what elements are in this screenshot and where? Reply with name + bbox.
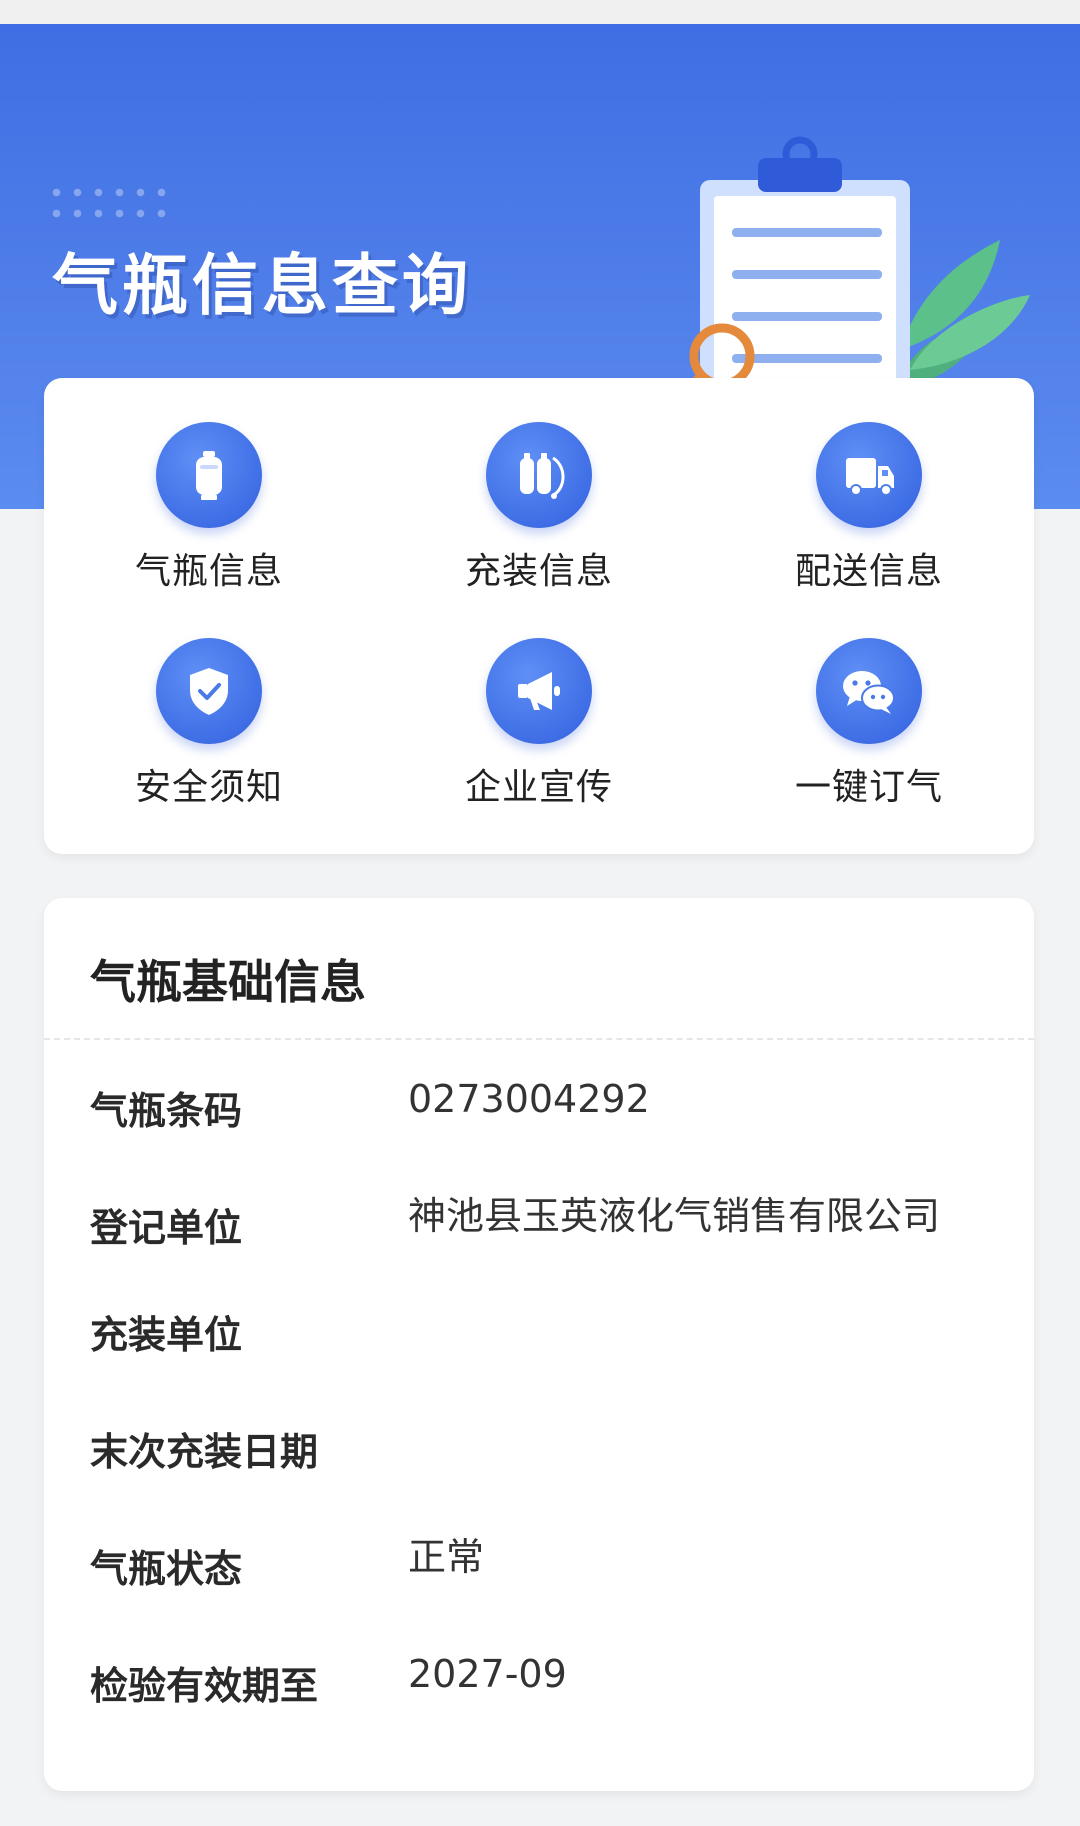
menu-label: 配送信息 [794, 551, 943, 592]
menu-label: 一键订气 [794, 767, 943, 808]
menu-item-cylinder-info[interactable]: 气瓶信息 [44, 422, 374, 638]
page: 气瓶信息查询 气瓶信息 充装信息 配送信息 安全须知 企业宣传 一键订气 气瓶基… [0, 0, 1080, 1826]
info-row-last-filling-date: 末次充装日期 [44, 1421, 1034, 1476]
decorative-dots [46, 182, 172, 228]
row-value: 正常 [408, 1535, 485, 1579]
gas-cylinder-icon [156, 422, 262, 528]
menu-label: 安全须知 [134, 767, 283, 808]
info-row-filling-unit: 充装单位 [44, 1304, 1034, 1359]
menu-item-safety-notice[interactable]: 安全须知 [44, 638, 374, 854]
menu-item-filling-info[interactable]: 充装信息 [374, 422, 704, 638]
menu-item-company-promo[interactable]: 企业宣传 [374, 638, 704, 854]
status-strip [0, 0, 1080, 24]
cylinder-filling-icon [486, 422, 592, 528]
wechat-icon [816, 638, 922, 744]
row-value: 0273004292 [408, 1077, 650, 1121]
megaphone-icon [486, 638, 592, 744]
info-row-status: 气瓶状态 正常 [44, 1535, 1034, 1593]
row-label: 气瓶条码 [90, 1089, 243, 1133]
row-label: 登记单位 [90, 1206, 243, 1250]
menu-label: 充装信息 [464, 551, 613, 592]
row-value [408, 1294, 968, 1359]
menu-grid: 气瓶信息 充装信息 配送信息 安全须知 企业宣传 一键订气 [44, 378, 1034, 854]
row-label: 检验有效期至 [90, 1664, 319, 1708]
row-label: 充装单位 [90, 1313, 243, 1357]
info-row-barcode: 气瓶条码 0273004292 [44, 1077, 1034, 1135]
clipboard-illustration [672, 136, 1030, 410]
cylinder-basic-info-card: 气瓶基础信息 气瓶条码 0273004292 登记单位 神池县玉英液化气销售有限… [44, 898, 1034, 1791]
menu-label: 企业宣传 [464, 767, 613, 808]
info-row-inspection-expiry: 检验有效期至 2027-09 [44, 1652, 1034, 1710]
section-title: 气瓶基础信息 [44, 898, 1034, 1040]
row-value: 2027-09 [408, 1652, 567, 1696]
row-label: 气瓶状态 [90, 1547, 243, 1591]
info-row-registration-unit: 登记单位 神池县玉英液化气销售有限公司 [44, 1194, 1034, 1252]
menu-item-delivery-info[interactable]: 配送信息 [704, 422, 1034, 638]
delivery-truck-icon [816, 422, 922, 528]
row-value [408, 1411, 968, 1476]
info-rows: 气瓶条码 0273004292 登记单位 神池县玉英液化气销售有限公司 充装单位… [44, 1040, 1034, 1710]
menu-card: 气瓶信息 充装信息 配送信息 安全须知 企业宣传 一键订气 [44, 378, 1034, 854]
row-value: 神池县玉英液化气销售有限公司 [408, 1194, 941, 1238]
shield-check-icon [156, 638, 262, 744]
menu-label: 气瓶信息 [134, 551, 283, 592]
page-title: 气瓶信息查询 [52, 247, 472, 324]
row-label: 末次充装日期 [90, 1430, 319, 1474]
menu-item-order-gas[interactable]: 一键订气 [704, 638, 1034, 854]
